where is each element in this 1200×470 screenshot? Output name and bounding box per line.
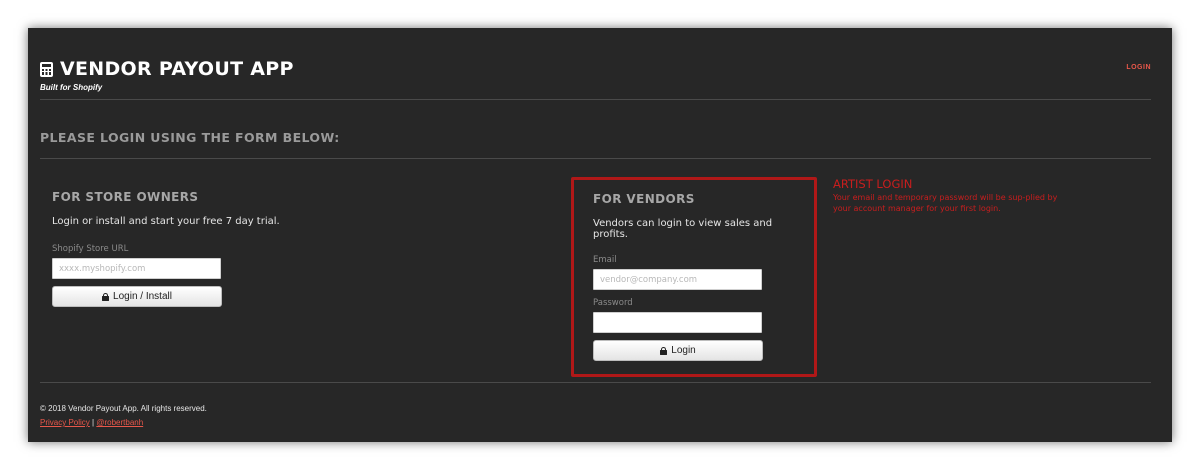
vendor-login-label: Login [671, 345, 696, 356]
privacy-policy-link[interactable]: Privacy Policy [40, 418, 90, 427]
vendors-description: Vendors can login to view sales and prof… [593, 218, 773, 240]
header: VENDOR PAYOUT APP Built for Shopify LOGI… [40, 58, 1151, 92]
tagline: Built for Shopify [40, 83, 103, 92]
store-owners-description: Login or install and start your free 7 d… [52, 216, 280, 227]
password-label: Password [593, 298, 633, 308]
divider [40, 99, 1151, 100]
footer-separator: | [92, 418, 95, 427]
store-owners-panel: FOR STORE OWNERS Login or install and st… [52, 190, 352, 307]
copyright-text: © 2018 Vendor Payout App. All rights res… [40, 404, 207, 413]
app-title: VENDOR PAYOUT APP [60, 58, 294, 80]
artist-login-notice: ARTIST LOGIN Your email and temporary pa… [833, 178, 1073, 214]
lock-icon [102, 292, 110, 301]
lock-icon [660, 346, 668, 355]
app-window: VENDOR PAYOUT APP Built for Shopify LOGI… [28, 28, 1172, 442]
store-url-label: Shopify Store URL [52, 244, 129, 254]
divider [40, 158, 1151, 159]
author-link[interactable]: @robertbanh [96, 418, 143, 427]
vendor-login-button[interactable]: Login [593, 340, 763, 361]
page-prompt: PLEASE LOGIN USING THE FORM BELOW: [40, 130, 340, 145]
brand[interactable]: VENDOR PAYOUT APP [40, 58, 1151, 80]
divider [40, 382, 1151, 383]
store-owners-title: FOR STORE OWNERS [52, 190, 199, 204]
nav-login-link[interactable]: LOGIN [1126, 64, 1151, 71]
artist-login-title: ARTIST LOGIN [833, 177, 913, 191]
vendors-title: FOR VENDORS [593, 192, 695, 206]
login-install-label: Login / Install [113, 291, 172, 302]
login-install-button[interactable]: Login / Install [52, 286, 222, 307]
email-input[interactable] [593, 269, 762, 290]
email-label: Email [593, 255, 617, 265]
vendors-panel: FOR VENDORS Vendors can login to view sa… [571, 177, 817, 377]
footer: © 2018 Vendor Payout App. All rights res… [40, 404, 207, 427]
artist-login-text: Your email and temporary password will b… [833, 193, 1058, 213]
calculator-icon [40, 61, 53, 77]
store-url-input[interactable] [52, 258, 221, 279]
password-input[interactable] [593, 312, 762, 333]
